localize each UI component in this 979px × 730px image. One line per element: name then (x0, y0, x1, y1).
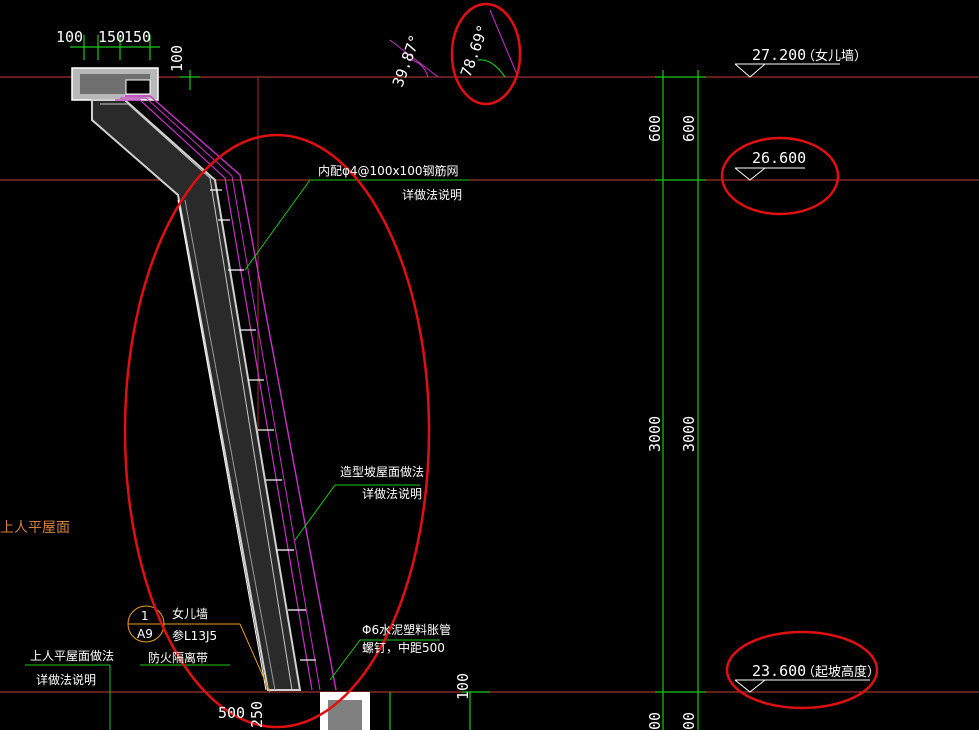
angle-label-right: 78.69° (457, 22, 492, 79)
dim-3000-b: 3000 (680, 416, 698, 452)
dim-bottom-b: 00 (680, 712, 698, 730)
parapet-cap (71, 67, 159, 101)
dim-side-100: 100 (168, 45, 186, 72)
elevation-top-value: 27.200 (752, 46, 806, 64)
dim-150-b: 150 (124, 28, 151, 46)
elevation-start-value: 23.600 (752, 662, 806, 680)
dim-150-a: 150 (98, 28, 125, 46)
dim-bottom-a: 00 (646, 712, 664, 730)
note-slope-line1: 造型坡屋面做法 (340, 464, 424, 479)
dim-100: 100 (56, 28, 83, 46)
roof-method-line2: 详做法说明 (36, 672, 96, 687)
callout-ref: 参L13J5 (172, 628, 217, 643)
note-slope-line2: 详做法说明 (362, 486, 422, 501)
callout-title: 女儿墙 (172, 606, 208, 621)
callout-number: 1 (141, 609, 149, 623)
label-roof-left: 上人平屋面 (0, 520, 70, 536)
note-mesh-line1: 内配φ4@100x100钢筋网 (318, 163, 458, 178)
angle-label-left: 39.87° (389, 32, 424, 89)
note-fire-belt: 防火隔离带 (148, 650, 208, 665)
note-pipe-line1: Φ6水泥塑料胀管 (362, 622, 451, 637)
note-mesh-line2: 详做法说明 (402, 187, 462, 202)
sloped-wall (91, 95, 337, 691)
dim-250: 250 (248, 701, 266, 728)
cad-drawing: 100 150 150 100 39.87° 78.69° 27.200 （女儿… (0, 2, 979, 730)
dim-600-b: 600 (680, 115, 698, 142)
dim-100-low: 100 (454, 673, 472, 700)
elevation-start-note: （起坡高度） (802, 664, 880, 680)
elevation-mid-value: 26.600 (752, 149, 806, 167)
elevation-top-note: （女儿墙） (802, 48, 867, 64)
callout-sheet: A9 (137, 627, 153, 641)
note-pipe-line2: 螺钉，中距500 (362, 640, 445, 655)
reference-lines (0, 76, 979, 693)
dim-500: 500 (218, 704, 245, 722)
dim-3000-a: 3000 (646, 416, 664, 452)
roof-method-line1: 上人平屋面做法 (30, 648, 114, 663)
dim-600-a: 600 (646, 115, 664, 142)
